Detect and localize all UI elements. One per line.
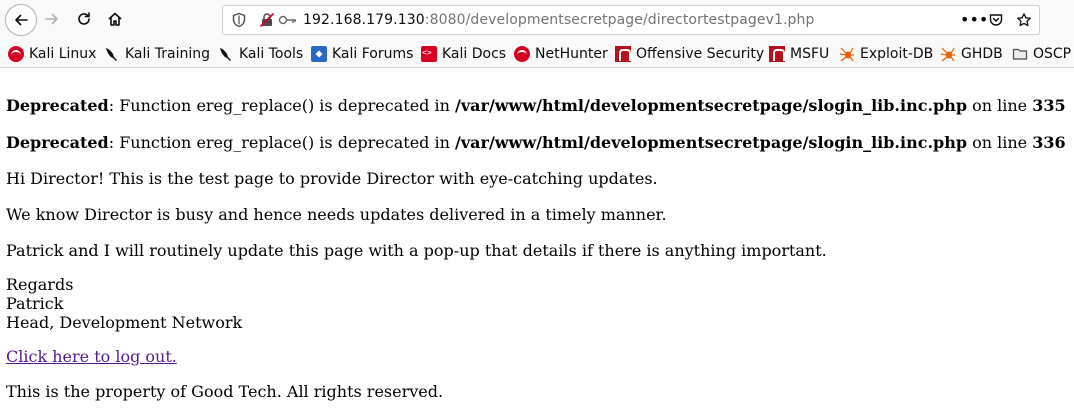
- php-deprecation-warning: Deprecated: Function ereg_replace() is d…: [6, 133, 1072, 152]
- bookmark-label: Kali Training: [125, 46, 210, 62]
- back-icon: [15, 14, 28, 26]
- warning-file-path: /var/www/html/developmentsecretpage/slog…: [455, 133, 968, 152]
- kali-docs-icon: [421, 46, 437, 62]
- bookmark-offensive-security[interactable]: Offensive Security: [615, 45, 764, 63]
- popup-notice-paragraph: Patrick and I will routinely update this…: [6, 241, 827, 260]
- insecure-lock-icon[interactable]: [259, 12, 275, 32]
- warning-message: : Function ereg_replace() is deprecated …: [108, 133, 455, 152]
- bookmark-star-icon[interactable]: [1016, 12, 1032, 32]
- home-button[interactable]: [100, 4, 130, 34]
- kali-dragon-icon: [104, 46, 120, 62]
- warning-line-number: 335: [1032, 96, 1066, 115]
- bookmark-kali-tools[interactable]: Kali Tools: [218, 45, 303, 63]
- forward-button[interactable]: [37, 4, 67, 34]
- signature-block: Regards Patrick Head, Development Networ…: [6, 275, 1072, 332]
- bookmark-label: NetHunter: [535, 46, 608, 62]
- warning-on-line: on line: [967, 133, 1033, 152]
- spider-icon: [940, 46, 956, 62]
- offsec-icon: [615, 46, 631, 62]
- reload-icon: [78, 12, 90, 25]
- bookmarks-toolbar: Kali Linux Kali Training Kali Tools Kali…: [0, 40, 1074, 68]
- url-path: :8080/developmentsecretpage/directortest…: [424, 12, 815, 28]
- kali-dragon-icon: [218, 46, 234, 62]
- warning-line-number: 336: [1032, 133, 1066, 152]
- url-host: 192.168.179.130: [303, 12, 425, 28]
- warning-level: Deprecated: [6, 133, 109, 152]
- bookmark-label: OSCP: [1033, 46, 1072, 62]
- bookmark-label: Kali Tools: [239, 46, 304, 62]
- greeting-paragraph: Hi Director! This is the test page to pr…: [6, 169, 658, 188]
- warning-message: : Function ereg_replace() is deprecated …: [108, 96, 455, 115]
- bookmark-label: Kali Linux: [29, 46, 97, 62]
- reload-button[interactable]: [69, 4, 99, 34]
- bookmark-msfu[interactable]: MSFU: [769, 45, 829, 63]
- bookmark-ghdb[interactable]: GHDB: [940, 45, 1003, 63]
- bookmark-folder-oscp[interactable]: OSCP: [1012, 45, 1071, 63]
- bookmark-label: Offensive Security: [636, 46, 765, 62]
- kali-icon: [514, 46, 530, 62]
- warning-file-path: /var/www/html/developmentsecretpage/slog…: [455, 96, 968, 115]
- php-deprecation-warning: Deprecated: Function ereg_replace() is d…: [6, 96, 1072, 115]
- page-actions-icon[interactable]: •••: [960, 10, 988, 29]
- bookmark-label: MSFU: [790, 46, 830, 62]
- kali-forums-icon: [311, 46, 327, 62]
- pocket-icon[interactable]: [988, 12, 1004, 32]
- bookmark-nethunter[interactable]: NetHunter: [514, 45, 608, 63]
- spider-icon: [839, 46, 855, 62]
- bookmark-kali-training[interactable]: Kali Training: [104, 45, 210, 63]
- bookmark-label: Kali Docs: [442, 46, 507, 62]
- bookmark-kali-linux[interactable]: Kali Linux: [8, 45, 96, 63]
- folder-icon: [1012, 46, 1028, 62]
- browser-toolbar: 192.168.179.130:8080/developmentsecretpa…: [0, 0, 1074, 40]
- home-icon: [108, 12, 122, 26]
- bookmark-label: Exploit-DB: [860, 46, 934, 62]
- bookmark-label: GHDB: [961, 46, 1003, 62]
- url-text[interactable]: 192.168.179.130:8080/developmentsecretpa…: [303, 12, 815, 28]
- bookmark-label: Kali Forums: [332, 46, 414, 62]
- back-button[interactable]: [5, 4, 37, 36]
- forward-icon: [45, 13, 58, 25]
- bookmark-kali-docs[interactable]: Kali Docs: [421, 45, 506, 63]
- url-bar[interactable]: 192.168.179.130:8080/developmentsecretpa…: [222, 5, 1040, 35]
- signature-regards: Regards: [6, 275, 74, 294]
- offsec-icon: [769, 46, 785, 62]
- kali-icon: [8, 46, 24, 62]
- bookmark-exploit-db[interactable]: Exploit-DB: [839, 45, 933, 63]
- signature-name: Patrick: [6, 294, 64, 313]
- logout-link[interactable]: Click here to log out.: [6, 347, 177, 366]
- bookmark-kali-forums[interactable]: Kali Forums: [311, 45, 413, 63]
- warning-level: Deprecated: [6, 96, 109, 115]
- page-content: Deprecated: Function ereg_replace() is d…: [6, 69, 1072, 401]
- signature-title: Head, Development Network: [6, 313, 243, 332]
- tracking-shield-icon[interactable]: [231, 12, 247, 32]
- footer-text: This is the property of Good Tech. All r…: [6, 382, 444, 401]
- key-icon[interactable]: [278, 12, 298, 32]
- warning-on-line: on line: [967, 96, 1033, 115]
- info-paragraph: We know Director is busy and hence needs…: [6, 205, 667, 224]
